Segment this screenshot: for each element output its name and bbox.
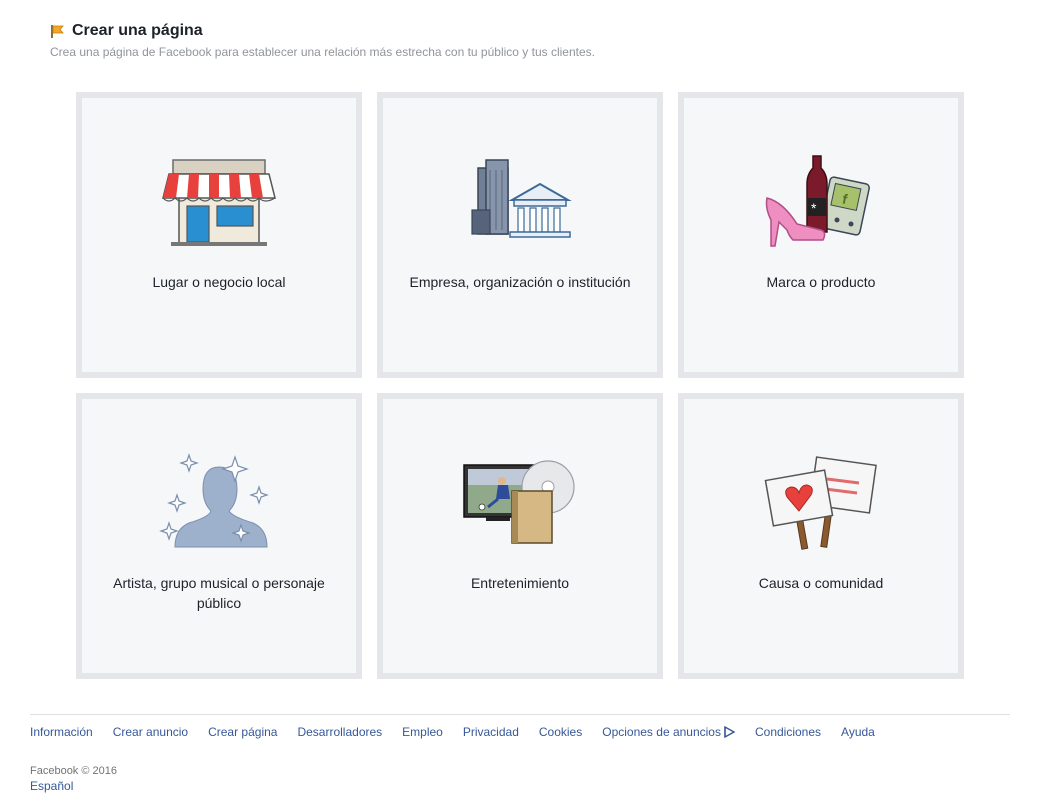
footer-link-crear-anuncio[interactable]: Crear anuncio	[113, 725, 188, 739]
category-card-company[interactable]: Empresa, organización o institución	[377, 92, 663, 378]
footer-link-opciones-anuncios-label: Opciones de anuncios	[602, 725, 721, 739]
entertainment-icon	[463, 460, 575, 544]
page-title: Crear una página	[72, 22, 203, 39]
ad-choices-icon	[723, 725, 736, 739]
category-card-entertainment[interactable]: Entretenimiento	[377, 393, 663, 679]
category-label: Artista, grupo musical o personaje públi…	[113, 575, 325, 611]
flag-icon	[50, 24, 66, 38]
footer-divider	[30, 714, 1010, 715]
copyright: Facebook © 2016	[30, 765, 117, 777]
footer-link-desarrolladores[interactable]: Desarrolladores	[297, 725, 382, 739]
footer-link-opciones-anuncios[interactable]: Opciones de anuncios	[602, 725, 736, 739]
category-label: Empresa, organización o institución	[409, 274, 631, 290]
footer-link-condiciones[interactable]: Condiciones	[755, 725, 821, 739]
brand-product-icon: f *	[765, 155, 870, 247]
footer-links: Información Crear anuncio Crear página D…	[30, 725, 895, 739]
category-label: Lugar o negocio local	[152, 274, 286, 290]
footer-link-empleo[interactable]: Empleo	[402, 725, 443, 739]
category-label: Entretenimiento	[470, 575, 570, 591]
category-grid: Lugar o negocio local Empresa, organizac…	[76, 92, 964, 679]
artist-silhouette-icon	[159, 453, 269, 548]
company-buildings-icon	[471, 159, 572, 238]
storefront-icon	[162, 159, 276, 246]
category-card-cause[interactable]: Causa o comunidad	[678, 393, 964, 679]
language-link[interactable]: Español	[30, 779, 73, 793]
footer-link-crear-pagina[interactable]: Crear página	[208, 725, 277, 739]
page-subtitle: Crea una página de Facebook para estable…	[50, 45, 595, 59]
title-row: Crear una página	[50, 22, 595, 40]
footer-link-privacidad[interactable]: Privacidad	[463, 725, 519, 739]
category-label: Marca o producto	[766, 274, 876, 290]
svg-text:*: *	[811, 200, 817, 216]
category-label: Causa o comunidad	[758, 575, 884, 591]
page-header: Crear una página Crea una página de Face…	[50, 22, 595, 59]
footer-link-ayuda[interactable]: Ayuda	[841, 725, 875, 739]
category-card-brand[interactable]: f * Marca o producto	[678, 92, 964, 378]
category-card-artist[interactable]: Artista, grupo musical o personaje públi…	[76, 393, 362, 679]
cause-signs-icon	[764, 456, 877, 550]
category-card-local-business[interactable]: Lugar o negocio local	[76, 92, 362, 378]
footer-link-informacion[interactable]: Información	[30, 725, 93, 739]
footer-link-cookies[interactable]: Cookies	[539, 725, 582, 739]
